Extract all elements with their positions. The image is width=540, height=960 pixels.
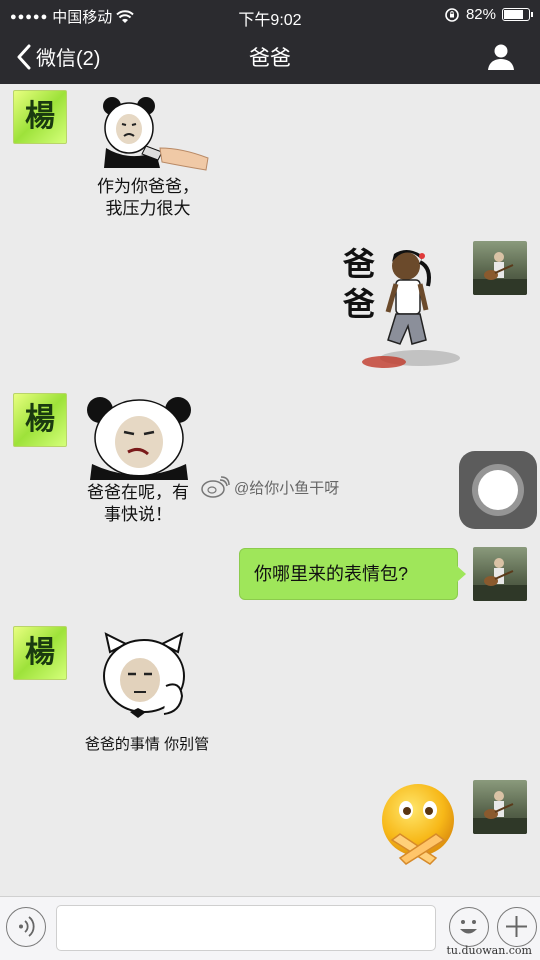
battery-icon (502, 8, 533, 21)
weibo-watermark: @给你小鱼干呀 (200, 476, 339, 498)
guitarist-photo-icon (473, 558, 527, 601)
voice-input-button[interactable] (6, 907, 46, 947)
sent-message-bubble[interactable]: 你哪里来的表情包? (239, 548, 466, 600)
status-right: 82% (444, 6, 533, 23)
my-avatar[interactable] (473, 780, 527, 834)
more-options-button[interactable] (497, 907, 537, 947)
chat-message-list[interactable]: 楊 作为你爸爸， 我压力很大 爸 爸 楊 爸爸在呢，有 事快说！ @给你小鱼干呀… (0, 84, 540, 896)
avatar-character: 楊 (25, 99, 55, 134)
watermark-text: @给你小鱼干呀 (234, 479, 340, 497)
contact-avatar[interactable]: 楊 (13, 393, 67, 447)
avatar-character: 楊 (25, 635, 55, 670)
sticker-caption: 作为你爸爸， 我压力很大 (78, 176, 218, 220)
contact-avatar[interactable]: 楊 (13, 90, 67, 144)
message-input[interactable] (56, 905, 436, 951)
caption-line: 爸爸在呢，有 (87, 483, 189, 502)
panda-here-sticker[interactable] (84, 394, 194, 480)
assistive-touch-button[interactable] (459, 451, 537, 529)
plus-icon (506, 916, 527, 937)
guitarist-photo-icon (473, 791, 527, 834)
battery-percent: 82% (465, 6, 496, 23)
chat-input-bar: tu.duowan.com (0, 896, 540, 960)
caption-line: 我压力很大 (105, 199, 191, 218)
panda-pressure-sticker[interactable] (98, 92, 210, 176)
shush-emoji-icon[interactable] (378, 780, 458, 874)
rotation-lock-icon (445, 7, 459, 22)
guitarist-photo-icon (473, 252, 527, 295)
status-bar: ●●●●● 中国移动 下午9:02 82% (0, 0, 540, 30)
caption-line: 作为你爸爸， (97, 177, 199, 196)
cat-dont-care-sticker[interactable] (96, 632, 192, 724)
profile-icon[interactable] (486, 42, 516, 72)
my-avatar[interactable] (473, 241, 527, 295)
emoji-button[interactable] (449, 907, 489, 947)
weibo-icon (201, 476, 230, 498)
contact-avatar[interactable]: 楊 (13, 626, 67, 680)
site-watermark: tu.duowan.com (446, 944, 532, 957)
navigation-bar: 微信(2) 爸爸 (0, 30, 540, 84)
avatar-character: 楊 (25, 402, 55, 437)
assistive-touch-center (478, 470, 518, 510)
my-avatar[interactable] (473, 547, 527, 601)
voice-wave-icon (19, 916, 35, 937)
kneeling-girl-sticker[interactable] (340, 244, 464, 370)
sticker-caption: 爸爸在呢，有 事快说！ (74, 482, 202, 526)
smiley-icon (460, 920, 477, 934)
sticker-caption: 爸爸的事情 你别管 (84, 736, 210, 753)
battery-level-fill (504, 10, 523, 19)
caption-line: 事快说！ (104, 505, 172, 524)
chat-title: 爸爸 (249, 47, 291, 70)
